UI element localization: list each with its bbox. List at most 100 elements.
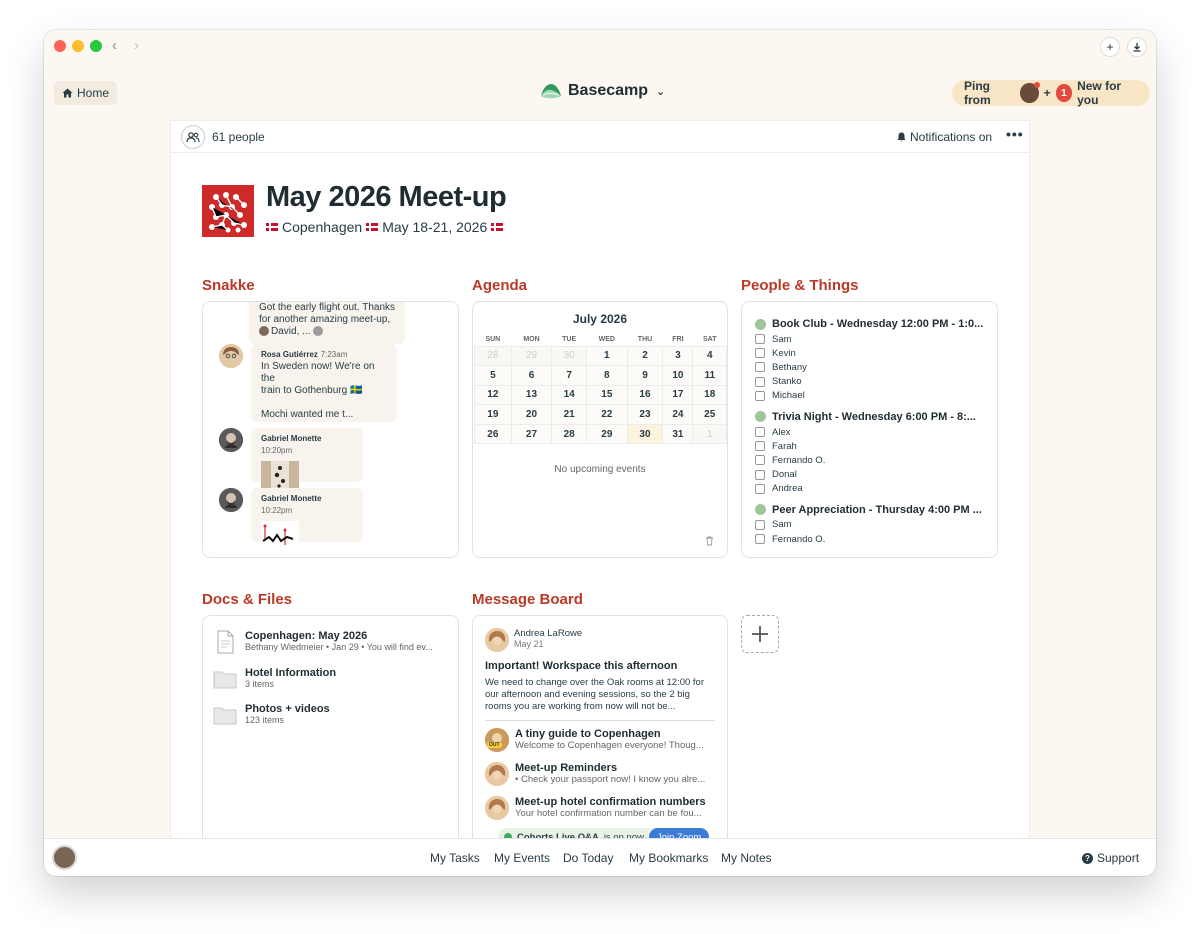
- todo-item[interactable]: Andrea: [755, 482, 987, 496]
- checkbox[interactable]: [755, 441, 765, 452]
- my-avatar[interactable]: [52, 845, 77, 870]
- checkbox[interactable]: [755, 427, 765, 438]
- calendar-day[interactable]: 1: [586, 345, 628, 367]
- my-events-link[interactable]: My Events: [494, 851, 550, 865]
- calendar-day[interactable]: 26: [474, 423, 512, 445]
- calendar-day[interactable]: 12: [474, 384, 512, 406]
- calendar-day[interactable]: 10: [662, 365, 694, 386]
- todo-item[interactable]: Fernando O.: [755, 532, 987, 546]
- new-tab-button[interactable]: +: [1100, 37, 1120, 57]
- checkbox[interactable]: [755, 455, 765, 466]
- message-item[interactable]: Meet-up Reminders • Check your passport …: [485, 762, 717, 786]
- calendar-day[interactable]: 19: [474, 404, 512, 425]
- minimize-window-button[interactable]: [72, 40, 84, 52]
- calendar-day[interactable]: 4: [692, 345, 727, 367]
- calendar-day[interactable]: 14: [551, 384, 588, 406]
- avatar[interactable]: [219, 428, 243, 452]
- calendar-day[interactable]: 28: [551, 423, 588, 445]
- calendar-day[interactable]: 6: [510, 365, 553, 386]
- more-options-icon[interactable]: •••: [1006, 126, 1024, 142]
- todo-group-header[interactable]: Peer Appreciation - Thursday 4:00 PM ...: [755, 502, 987, 518]
- forward-arrow-icon[interactable]: ›: [134, 38, 139, 54]
- calendar-day[interactable]: 29: [586, 423, 628, 445]
- ping-bar[interactable]: Ping from + 1 New for you: [952, 79, 1150, 107]
- chat-card[interactable]: Got the early flight out. Thanks for ano…: [202, 301, 459, 558]
- checkbox[interactable]: [755, 348, 765, 359]
- doc-item[interactable]: Copenhagen: May 2026 Bethany Wiedmeier •…: [213, 630, 433, 654]
- todo-item[interactable]: Farah: [755, 439, 987, 453]
- basecamp-menu[interactable]: Basecamp ⌄: [540, 82, 665, 100]
- checkbox[interactable]: [755, 534, 765, 545]
- calendar-day[interactable]: 9: [626, 365, 664, 386]
- calendar-day[interactable]: 20: [510, 404, 553, 425]
- calendar-day[interactable]: 15: [586, 384, 628, 406]
- message-item[interactable]: Meet-up hotel confirmation numbers Your …: [485, 796, 717, 820]
- trash-icon[interactable]: [705, 536, 714, 549]
- board-tool-title[interactable]: Message Board: [472, 591, 583, 608]
- avatar[interactable]: [485, 628, 509, 652]
- calendar-day[interactable]: 21: [551, 404, 588, 425]
- schedule-tool-title[interactable]: Agenda: [472, 277, 527, 294]
- todo-group-header[interactable]: Book Club - Wednesday 12:00 PM - 1:0...: [755, 316, 987, 332]
- calendar-day[interactable]: 23: [626, 404, 664, 425]
- calendar-day[interactable]: 7: [551, 365, 588, 386]
- calendar-day[interactable]: 31: [662, 423, 694, 445]
- calendar-day[interactable]: 28: [474, 345, 512, 367]
- calendar-day[interactable]: 24: [662, 404, 694, 425]
- docs-tool-title[interactable]: Docs & Files: [202, 591, 292, 608]
- message-item[interactable]: OUT A tiny guide to Copenhagen Welcome t…: [485, 728, 717, 752]
- checkbox[interactable]: [755, 469, 765, 480]
- avatar[interactable]: [219, 488, 243, 512]
- chat-tool-title[interactable]: Snakke: [202, 277, 255, 294]
- todo-item[interactable]: Kevin: [755, 346, 987, 360]
- calendar-card[interactable]: July 2026 SUN MON TUE WED THU FRI SAT 28…: [472, 301, 728, 558]
- todos-card[interactable]: Book Club - Wednesday 12:00 PM - 1:0... …: [741, 301, 998, 558]
- calendar-day[interactable]: 5: [474, 365, 512, 386]
- calendar-day[interactable]: 30: [551, 345, 588, 367]
- people-count[interactable]: 61 people: [212, 130, 265, 144]
- download-button[interactable]: [1127, 37, 1147, 57]
- calendar-day[interactable]: 29: [510, 345, 553, 367]
- calendar-day-today[interactable]: 30: [626, 423, 664, 445]
- checkbox[interactable]: [755, 519, 765, 530]
- message-title[interactable]: Important! Workspace this afternoon: [485, 660, 677, 672]
- checkbox[interactable]: [755, 376, 765, 387]
- todo-item[interactable]: Stanko: [755, 375, 987, 389]
- calendar-day[interactable]: 8: [586, 365, 628, 386]
- todo-item[interactable]: Donal: [755, 468, 987, 482]
- avatar[interactable]: [219, 344, 243, 368]
- close-window-button[interactable]: [54, 40, 66, 52]
- todo-item[interactable]: Fernando O.: [755, 453, 987, 467]
- calendar-day[interactable]: 25: [692, 404, 727, 425]
- my-bookmarks-link[interactable]: My Bookmarks: [629, 851, 708, 865]
- calendar-day[interactable]: 22: [586, 404, 628, 425]
- notifications-toggle[interactable]: Notifications on: [897, 130, 992, 144]
- checkbox[interactable]: [755, 390, 765, 401]
- home-button[interactable]: Home: [54, 81, 118, 105]
- calendar-day[interactable]: 1: [692, 423, 727, 445]
- calendar-day[interactable]: 3: [662, 345, 694, 367]
- calendar-day[interactable]: 17: [662, 384, 694, 406]
- calendar-day[interactable]: 18: [692, 384, 727, 406]
- todo-item[interactable]: Bethany: [755, 360, 987, 374]
- checkbox[interactable]: [755, 483, 765, 494]
- chat-attachment-image[interactable]: [261, 521, 299, 549]
- todo-item[interactable]: Michael: [755, 389, 987, 403]
- todo-item[interactable]: Sam: [755, 518, 987, 532]
- folder-item[interactable]: Hotel Information 3 items: [213, 667, 336, 691]
- todo-item[interactable]: Sam: [755, 332, 987, 346]
- zoom-window-button[interactable]: [90, 40, 102, 52]
- docs-card[interactable]: Copenhagen: May 2026 Bethany Wiedmeier •…: [202, 615, 459, 855]
- todos-tool-title[interactable]: People & Things: [741, 277, 859, 294]
- checkbox[interactable]: [755, 362, 765, 373]
- calendar-day[interactable]: 2: [626, 345, 664, 367]
- my-tasks-link[interactable]: My Tasks: [430, 851, 480, 865]
- todo-item[interactable]: Alex: [755, 425, 987, 439]
- calendar-day[interactable]: 13: [510, 384, 553, 406]
- message-board-card[interactable]: Andrea LaRowe May 21 Important! Workspac…: [472, 615, 728, 855]
- my-notes-link[interactable]: My Notes: [721, 851, 772, 865]
- checkbox[interactable]: [755, 334, 765, 345]
- chat-attachment-image[interactable]: [261, 461, 299, 491]
- people-button[interactable]: [181, 125, 205, 149]
- back-arrow-icon[interactable]: ‹: [112, 38, 117, 54]
